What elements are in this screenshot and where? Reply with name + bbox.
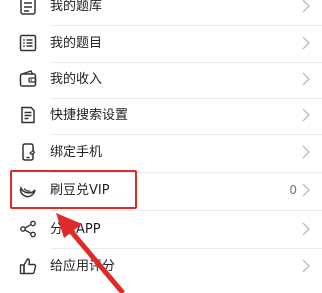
menu-item-label: 我的题库 — [50, 0, 103, 14]
menu-item-label: 绑定手机 — [50, 145, 103, 160]
menu-item-question-bank[interactable]: 我的题库 — [0, 0, 322, 25]
chevron-right-icon — [302, 144, 310, 160]
question-list-icon — [18, 33, 38, 53]
menu-item-rate-app[interactable]: 给应用评分 — [0, 248, 322, 285]
share-icon — [18, 219, 38, 239]
menu-item-label: 刷豆兑VIP — [50, 183, 110, 198]
menu-item-quick-search-settings[interactable]: 快捷搜索设置 — [0, 97, 322, 134]
phone-icon — [18, 142, 38, 162]
question-bank-icon — [18, 0, 38, 16]
menu-item-label: 快捷搜索设置 — [50, 108, 129, 123]
menu-item-label: 我的收入 — [50, 72, 103, 87]
menu-item-label: 我的题目 — [50, 36, 103, 51]
thumbs-up-icon — [18, 256, 38, 276]
chevron-right-icon — [302, 182, 310, 198]
chevron-right-icon — [302, 258, 310, 274]
menu-item-bind-phone[interactable]: 绑定手机 — [0, 134, 322, 171]
wallet-icon — [18, 69, 38, 89]
menu-item-label: 分享APP — [50, 222, 101, 237]
menu-item-income[interactable]: 我的收入 — [0, 61, 322, 98]
chevron-right-icon — [302, 107, 310, 123]
search-settings-icon — [18, 105, 38, 125]
chevron-right-icon — [302, 0, 310, 14]
chevron-right-icon — [302, 35, 310, 51]
bean-vip-icon — [18, 180, 38, 200]
menu-item-label: 给应用评分 — [50, 259, 116, 274]
bean-count: 0 — [289, 183, 297, 197]
menu-item-my-questions[interactable]: 我的题目 — [0, 25, 322, 62]
menu-item-share-app[interactable]: 分享APP — [0, 211, 322, 248]
chevron-right-icon — [302, 221, 310, 237]
menu-item-bean-vip[interactable]: 刷豆兑VIP 0 — [0, 172, 322, 209]
chevron-right-icon — [302, 71, 310, 87]
